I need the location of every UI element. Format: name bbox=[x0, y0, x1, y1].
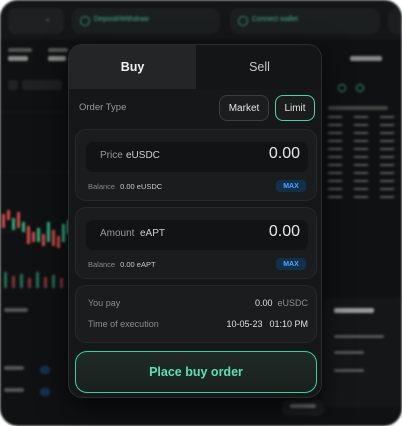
place-buy-order-button[interactable]: Place buy order bbox=[75, 351, 317, 393]
amount-field-card: Amount eAPT 0.00 Balance 0.00 eAPT MAX bbox=[75, 207, 317, 279]
price-value: 0.00 bbox=[268, 145, 300, 162]
background-trade-row bbox=[334, 368, 402, 374]
background-wallet-pill: Connect wallet bbox=[230, 8, 380, 34]
background-trades-title bbox=[334, 308, 374, 315]
price-balance-label: Balance bbox=[88, 182, 116, 191]
wallet-icon bbox=[238, 16, 248, 26]
background-candles bbox=[2, 210, 70, 288]
background-tool-icon bbox=[8, 80, 18, 90]
price-max-button[interactable]: MAX bbox=[276, 180, 306, 192]
price-label: Price bbox=[100, 150, 123, 161]
background-indicator-button bbox=[22, 80, 62, 90]
background-header: ⌄ Deposit/Withdraw Connect wallet bbox=[0, 0, 402, 40]
background-price-chart bbox=[0, 111, 72, 288]
execution-time-label: Time of execution bbox=[88, 319, 159, 329]
order-type-market-button[interactable]: Market bbox=[219, 95, 269, 121]
amount-input[interactable]: Amount eAPT 0.00 bbox=[86, 220, 308, 250]
execution-date: 10-05-23 bbox=[226, 319, 263, 329]
background-tag bbox=[282, 400, 324, 416]
background-trade-row bbox=[334, 334, 402, 340]
background-stat bbox=[350, 56, 382, 63]
background-position-row bbox=[4, 308, 64, 320]
price-balance-value: 0.00 eUSDC bbox=[120, 182, 163, 191]
execution-time-value-group: 10-05-23 01:10 PM bbox=[226, 319, 308, 329]
amount-label: Amount bbox=[100, 228, 135, 239]
you-pay-value-group: 0.00 eUSDC bbox=[255, 298, 308, 308]
order-summary: You pay 0.00 eUSDC Time of execution 10-0… bbox=[75, 285, 317, 343]
amount-max-button[interactable]: MAX bbox=[276, 258, 306, 270]
background-global-trades bbox=[322, 298, 402, 408]
you-pay-label: You pay bbox=[88, 298, 121, 308]
price-unit: eUSDC bbox=[126, 150, 160, 161]
amount-balance-value: 0.00 eAPT bbox=[120, 260, 156, 269]
background-order-book bbox=[322, 78, 402, 298]
background-market-dropdown: ⌄ bbox=[8, 8, 64, 34]
background-book-header bbox=[328, 106, 388, 112]
background-extra-pill bbox=[388, 8, 402, 34]
you-pay-row: You pay 0.00 eUSDC bbox=[88, 298, 308, 312]
execution-time-row: Time of execution 10-05-23 01:10 PM bbox=[88, 319, 308, 333]
background-book-rows bbox=[328, 116, 394, 198]
price-field-card: Price eUSDC 0.00 Balance 0.00 eUSDC MAX bbox=[75, 129, 317, 201]
background-stat bbox=[48, 48, 68, 63]
order-type-limit-button[interactable]: Limit bbox=[275, 95, 315, 121]
amount-value: 0.00 bbox=[268, 223, 300, 240]
price-balance: Balance 0.00 eUSDC bbox=[88, 182, 162, 191]
order-type-row: Order Type Market Limit bbox=[69, 93, 321, 123]
price-input[interactable]: Price eUSDC 0.00 bbox=[86, 142, 308, 172]
background-position-row bbox=[4, 388, 64, 400]
background-book-icon bbox=[338, 84, 346, 92]
execution-time: 01:10 PM bbox=[269, 319, 308, 329]
background-deposit-label: Deposit/Withdraw bbox=[94, 16, 149, 23]
background-position-badge bbox=[39, 388, 50, 396]
background-position-badge bbox=[39, 366, 50, 374]
amount-balance-label: Balance bbox=[88, 260, 116, 269]
you-pay-unit: eUSDC bbox=[277, 298, 308, 308]
background-deposit-pill: Deposit/Withdraw bbox=[72, 8, 220, 34]
order-type-label: Order Type bbox=[79, 102, 127, 113]
amount-balance: Balance 0.00 eAPT bbox=[88, 260, 156, 269]
background-wallet-label: Connect wallet bbox=[252, 16, 298, 23]
background-trade-row bbox=[334, 350, 402, 356]
chevron-down-icon: ⌄ bbox=[44, 13, 52, 23]
background-positions bbox=[0, 300, 72, 400]
background-position-row bbox=[4, 366, 64, 378]
order-side-tabs: Buy Sell bbox=[69, 45, 321, 89]
order-panel: Buy Sell Order Type Market Limit Price e… bbox=[68, 44, 322, 398]
background-stat bbox=[8, 48, 32, 63]
deposit-icon bbox=[80, 16, 90, 26]
background-book-icon bbox=[356, 84, 364, 92]
background-chart-toolbar bbox=[0, 78, 70, 92]
tab-sell[interactable]: Sell bbox=[196, 45, 321, 89]
amount-unit: eAPT bbox=[140, 228, 166, 239]
you-pay-value: 0.00 bbox=[254, 298, 273, 308]
tab-buy[interactable]: Buy bbox=[69, 45, 196, 89]
